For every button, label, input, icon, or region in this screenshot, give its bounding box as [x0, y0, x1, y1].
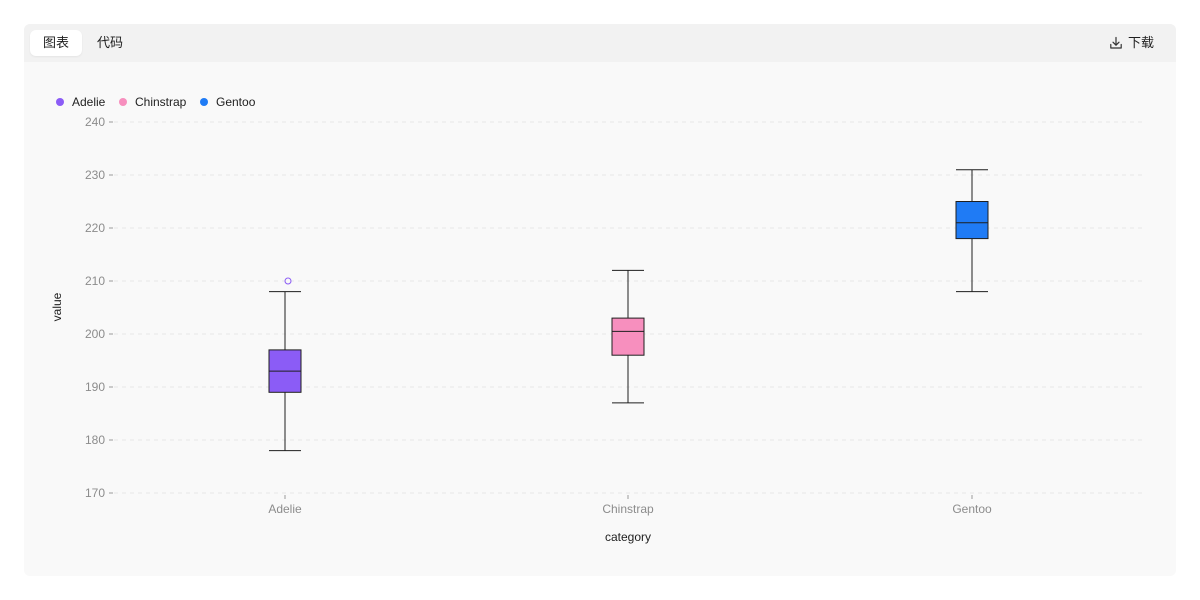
legend-marker	[119, 98, 127, 106]
y-tick-label: 210	[85, 274, 105, 288]
y-tick-label: 200	[85, 327, 105, 341]
y-tick-label: 190	[85, 380, 105, 394]
y-tick-label: 230	[85, 168, 105, 182]
chart-panel: 图表 代码 下载 170 180 190 200 210 220 230 240 Adelie C…	[24, 24, 1176, 576]
boxplot-chart: 170 180 190 200 210 220 230 240 Adelie Chinstrap G…	[50, 95, 1146, 544]
y-tick-label: 170	[85, 486, 105, 500]
legend-marker	[56, 98, 64, 106]
legend-marker	[200, 98, 208, 106]
x-axis-title: category	[605, 530, 651, 544]
box-gentoo	[955, 201, 989, 240]
y-tick-label: 180	[85, 433, 105, 447]
legend-label: Gentoo	[216, 95, 256, 109]
legend-label: Chinstrap	[135, 95, 187, 109]
y-tick-label: 240	[85, 115, 105, 129]
y-axis-title: value	[50, 292, 64, 321]
y-tick-label: 220	[85, 221, 105, 235]
x-tick-label: Adelie	[268, 502, 302, 516]
box-chinstrap	[611, 317, 645, 356]
legend-label: Adelie	[72, 95, 106, 109]
x-tick-label: Gentoo	[952, 502, 992, 516]
x-tick-label: Chinstrap	[602, 502, 654, 516]
